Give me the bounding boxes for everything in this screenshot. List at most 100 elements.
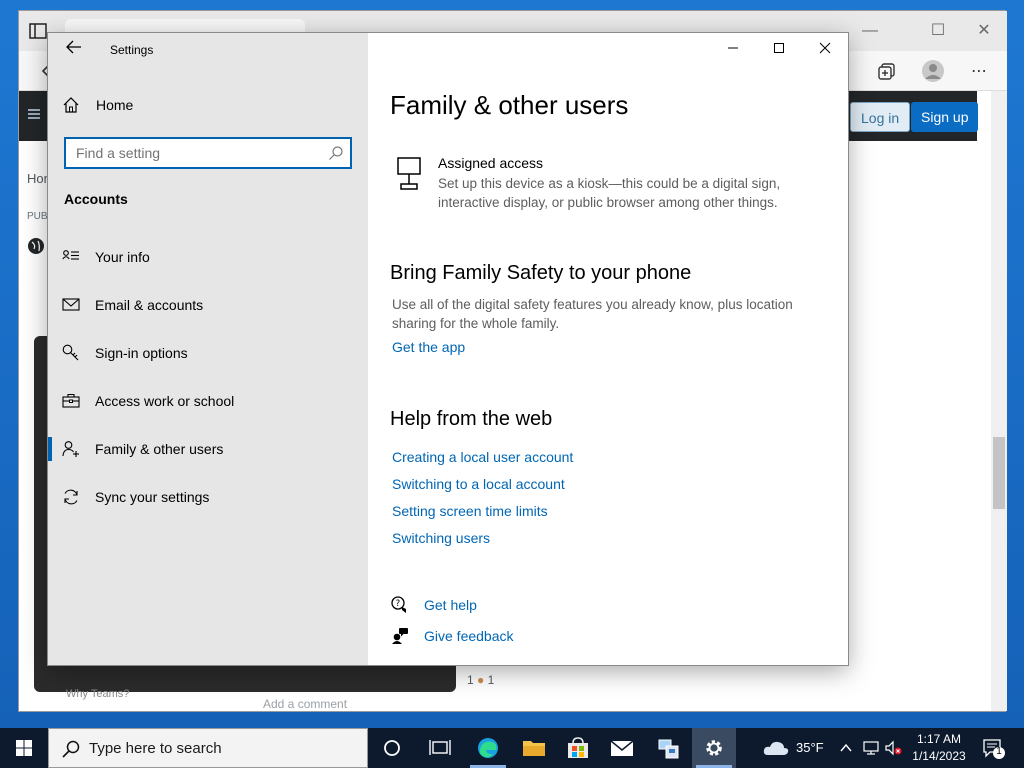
task-view-icon bbox=[429, 740, 451, 755]
more-options-icon[interactable]: ⋯ bbox=[969, 61, 989, 81]
sidebar-item-label: Home bbox=[96, 97, 134, 113]
help-link-screen-time[interactable]: Setting screen time limits bbox=[392, 503, 548, 519]
sidebar-item-access-work[interactable]: Access work or school bbox=[48, 382, 368, 422]
vote-a-value: 1 bbox=[467, 673, 474, 687]
help-from-web-heading: Help from the web bbox=[390, 408, 553, 430]
taskbar-network-app-button[interactable] bbox=[646, 728, 690, 768]
assigned-access-line2: interactive display, or public browser a… bbox=[438, 195, 778, 210]
kiosk-icon bbox=[396, 157, 422, 191]
task-view-cortana-button[interactable] bbox=[370, 728, 414, 768]
notification-center-button[interactable]: 1 bbox=[982, 738, 1006, 760]
maximize-button[interactable] bbox=[756, 33, 802, 65]
sync-icon bbox=[62, 488, 82, 508]
network-computer-icon bbox=[658, 739, 679, 759]
briefcase-icon bbox=[62, 392, 82, 412]
page-scrollbar-thumb[interactable] bbox=[993, 437, 1005, 509]
back-button[interactable] bbox=[62, 39, 86, 61]
browser-minimize-button[interactable]: — bbox=[855, 19, 885, 43]
find-setting-search[interactable] bbox=[64, 137, 352, 169]
teams-why-link[interactable]: Why Teams? bbox=[66, 688, 129, 700]
profile-avatar-icon[interactable] bbox=[921, 59, 945, 83]
login-button[interactable]: Log in bbox=[850, 102, 911, 132]
sidebar-item-family-users[interactable]: Family & other users bbox=[48, 430, 368, 470]
sidebar-item-label: Sync your settings bbox=[95, 489, 210, 505]
family-safety-line2: sharing for the whole family. bbox=[392, 316, 560, 331]
taskbar: Type here to search 35°F 1:17 AM 1/14/20… bbox=[0, 728, 1024, 768]
assigned-access-line1: Set up this device as a kiosk—this could… bbox=[438, 176, 781, 191]
family-safety-heading: Bring Family Safety to your phone bbox=[390, 262, 692, 284]
window-title: Settings bbox=[110, 43, 154, 57]
system-clock[interactable]: 1:17 AM 1/14/2023 bbox=[900, 731, 978, 765]
store-bag-icon bbox=[568, 737, 588, 758]
browser-maximize-button[interactable]: ☐ bbox=[923, 19, 953, 43]
help-link-local-account[interactable]: Creating a local user account bbox=[392, 449, 573, 465]
sidebar-item-label: Access work or school bbox=[95, 393, 235, 409]
page-title: Family & other users bbox=[390, 90, 629, 120]
get-help-link[interactable]: Get help bbox=[424, 597, 477, 613]
add-comment-link[interactable]: Add a comment bbox=[263, 697, 347, 711]
assigned-access-link[interactable]: Assigned access bbox=[438, 155, 543, 171]
sidebar-item-home[interactable]: Home bbox=[48, 86, 368, 126]
sidebar-item-your-info[interactable]: Your info bbox=[48, 238, 368, 278]
sidebar-item-sync-settings[interactable]: Sync your settings bbox=[48, 478, 368, 518]
gear-icon bbox=[706, 740, 722, 756]
help-link-switch-local[interactable]: Switching to a local account bbox=[392, 476, 565, 492]
taskbar-search-box[interactable]: Type here to search bbox=[48, 728, 368, 768]
sidebar-item-label: Your info bbox=[95, 249, 150, 265]
mail-icon bbox=[62, 296, 82, 316]
start-button[interactable] bbox=[0, 728, 48, 768]
sidebar-item-email-accounts[interactable]: Email & accounts bbox=[48, 286, 368, 326]
taskbar-settings-button[interactable] bbox=[692, 728, 736, 768]
cortana-circle-icon bbox=[384, 740, 400, 756]
minimize-icon bbox=[728, 47, 738, 49]
assigned-access-description: Set up this device as a kiosk—this could… bbox=[438, 174, 780, 212]
key-icon bbox=[62, 344, 82, 364]
sidebar-item-label: Sign-in options bbox=[95, 345, 188, 361]
family-safety-description: Use all of the digital safety features y… bbox=[392, 295, 793, 333]
weather-temperature[interactable]: 35°F bbox=[796, 740, 824, 755]
search-input[interactable] bbox=[66, 139, 316, 167]
windows-logo-icon bbox=[16, 740, 32, 756]
network-status-icon[interactable] bbox=[862, 740, 880, 756]
settings-window: Settings Home Accounts Your info Email &… bbox=[48, 33, 848, 665]
add-person-icon bbox=[62, 440, 82, 460]
help-link-switching-users[interactable]: Switching users bbox=[392, 530, 490, 546]
get-help-icon: ? bbox=[391, 596, 409, 614]
tab-actions-icon[interactable] bbox=[29, 23, 47, 39]
taskbar-edge-button[interactable] bbox=[466, 728, 510, 768]
taskbar-mail-button[interactable] bbox=[600, 728, 644, 768]
mail-icon bbox=[610, 740, 634, 756]
sidebar-item-sign-in-options[interactable]: Sign-in options bbox=[48, 334, 368, 374]
close-button[interactable] bbox=[802, 33, 848, 65]
contact-card-icon bbox=[62, 248, 82, 268]
clock-date: 1/14/2023 bbox=[912, 749, 966, 763]
search-icon bbox=[61, 739, 81, 759]
chevron-up-icon[interactable] bbox=[838, 740, 854, 756]
browser-close-button[interactable]: ✕ bbox=[969, 19, 999, 43]
get-the-app-link[interactable]: Get the app bbox=[392, 339, 465, 355]
family-safety-line1: Use all of the digital safety features y… bbox=[392, 297, 793, 312]
folder-icon bbox=[523, 741, 545, 756]
weather-cloud-icon[interactable] bbox=[762, 737, 790, 759]
close-icon bbox=[819, 42, 831, 54]
clock-time: 1:17 AM bbox=[916, 732, 962, 746]
taskbar-file-explorer-button[interactable] bbox=[512, 728, 556, 768]
globe-icon[interactable] bbox=[27, 237, 45, 255]
bronze-badge-icon: ● bbox=[477, 673, 485, 687]
collections-icon[interactable] bbox=[877, 61, 897, 81]
task-view-button[interactable] bbox=[418, 728, 462, 768]
feedback-icon bbox=[391, 627, 409, 645]
signup-button[interactable]: Sign up bbox=[911, 102, 979, 132]
taskbar-store-button[interactable] bbox=[556, 728, 600, 768]
page-scrollbar[interactable] bbox=[991, 91, 1007, 711]
vote-b-value: 1 bbox=[487, 673, 495, 687]
maximize-icon bbox=[774, 43, 784, 53]
site-menu-icon[interactable] bbox=[27, 107, 41, 121]
svg-text:?: ? bbox=[396, 599, 401, 609]
notification-count: 1 bbox=[996, 746, 1002, 757]
search-icon[interactable] bbox=[328, 145, 344, 161]
minimize-button[interactable] bbox=[710, 33, 756, 65]
back-arrow-icon bbox=[66, 40, 81, 54]
give-feedback-link[interactable]: Give feedback bbox=[424, 628, 514, 644]
sidebar-item-label: Email & accounts bbox=[95, 297, 204, 313]
